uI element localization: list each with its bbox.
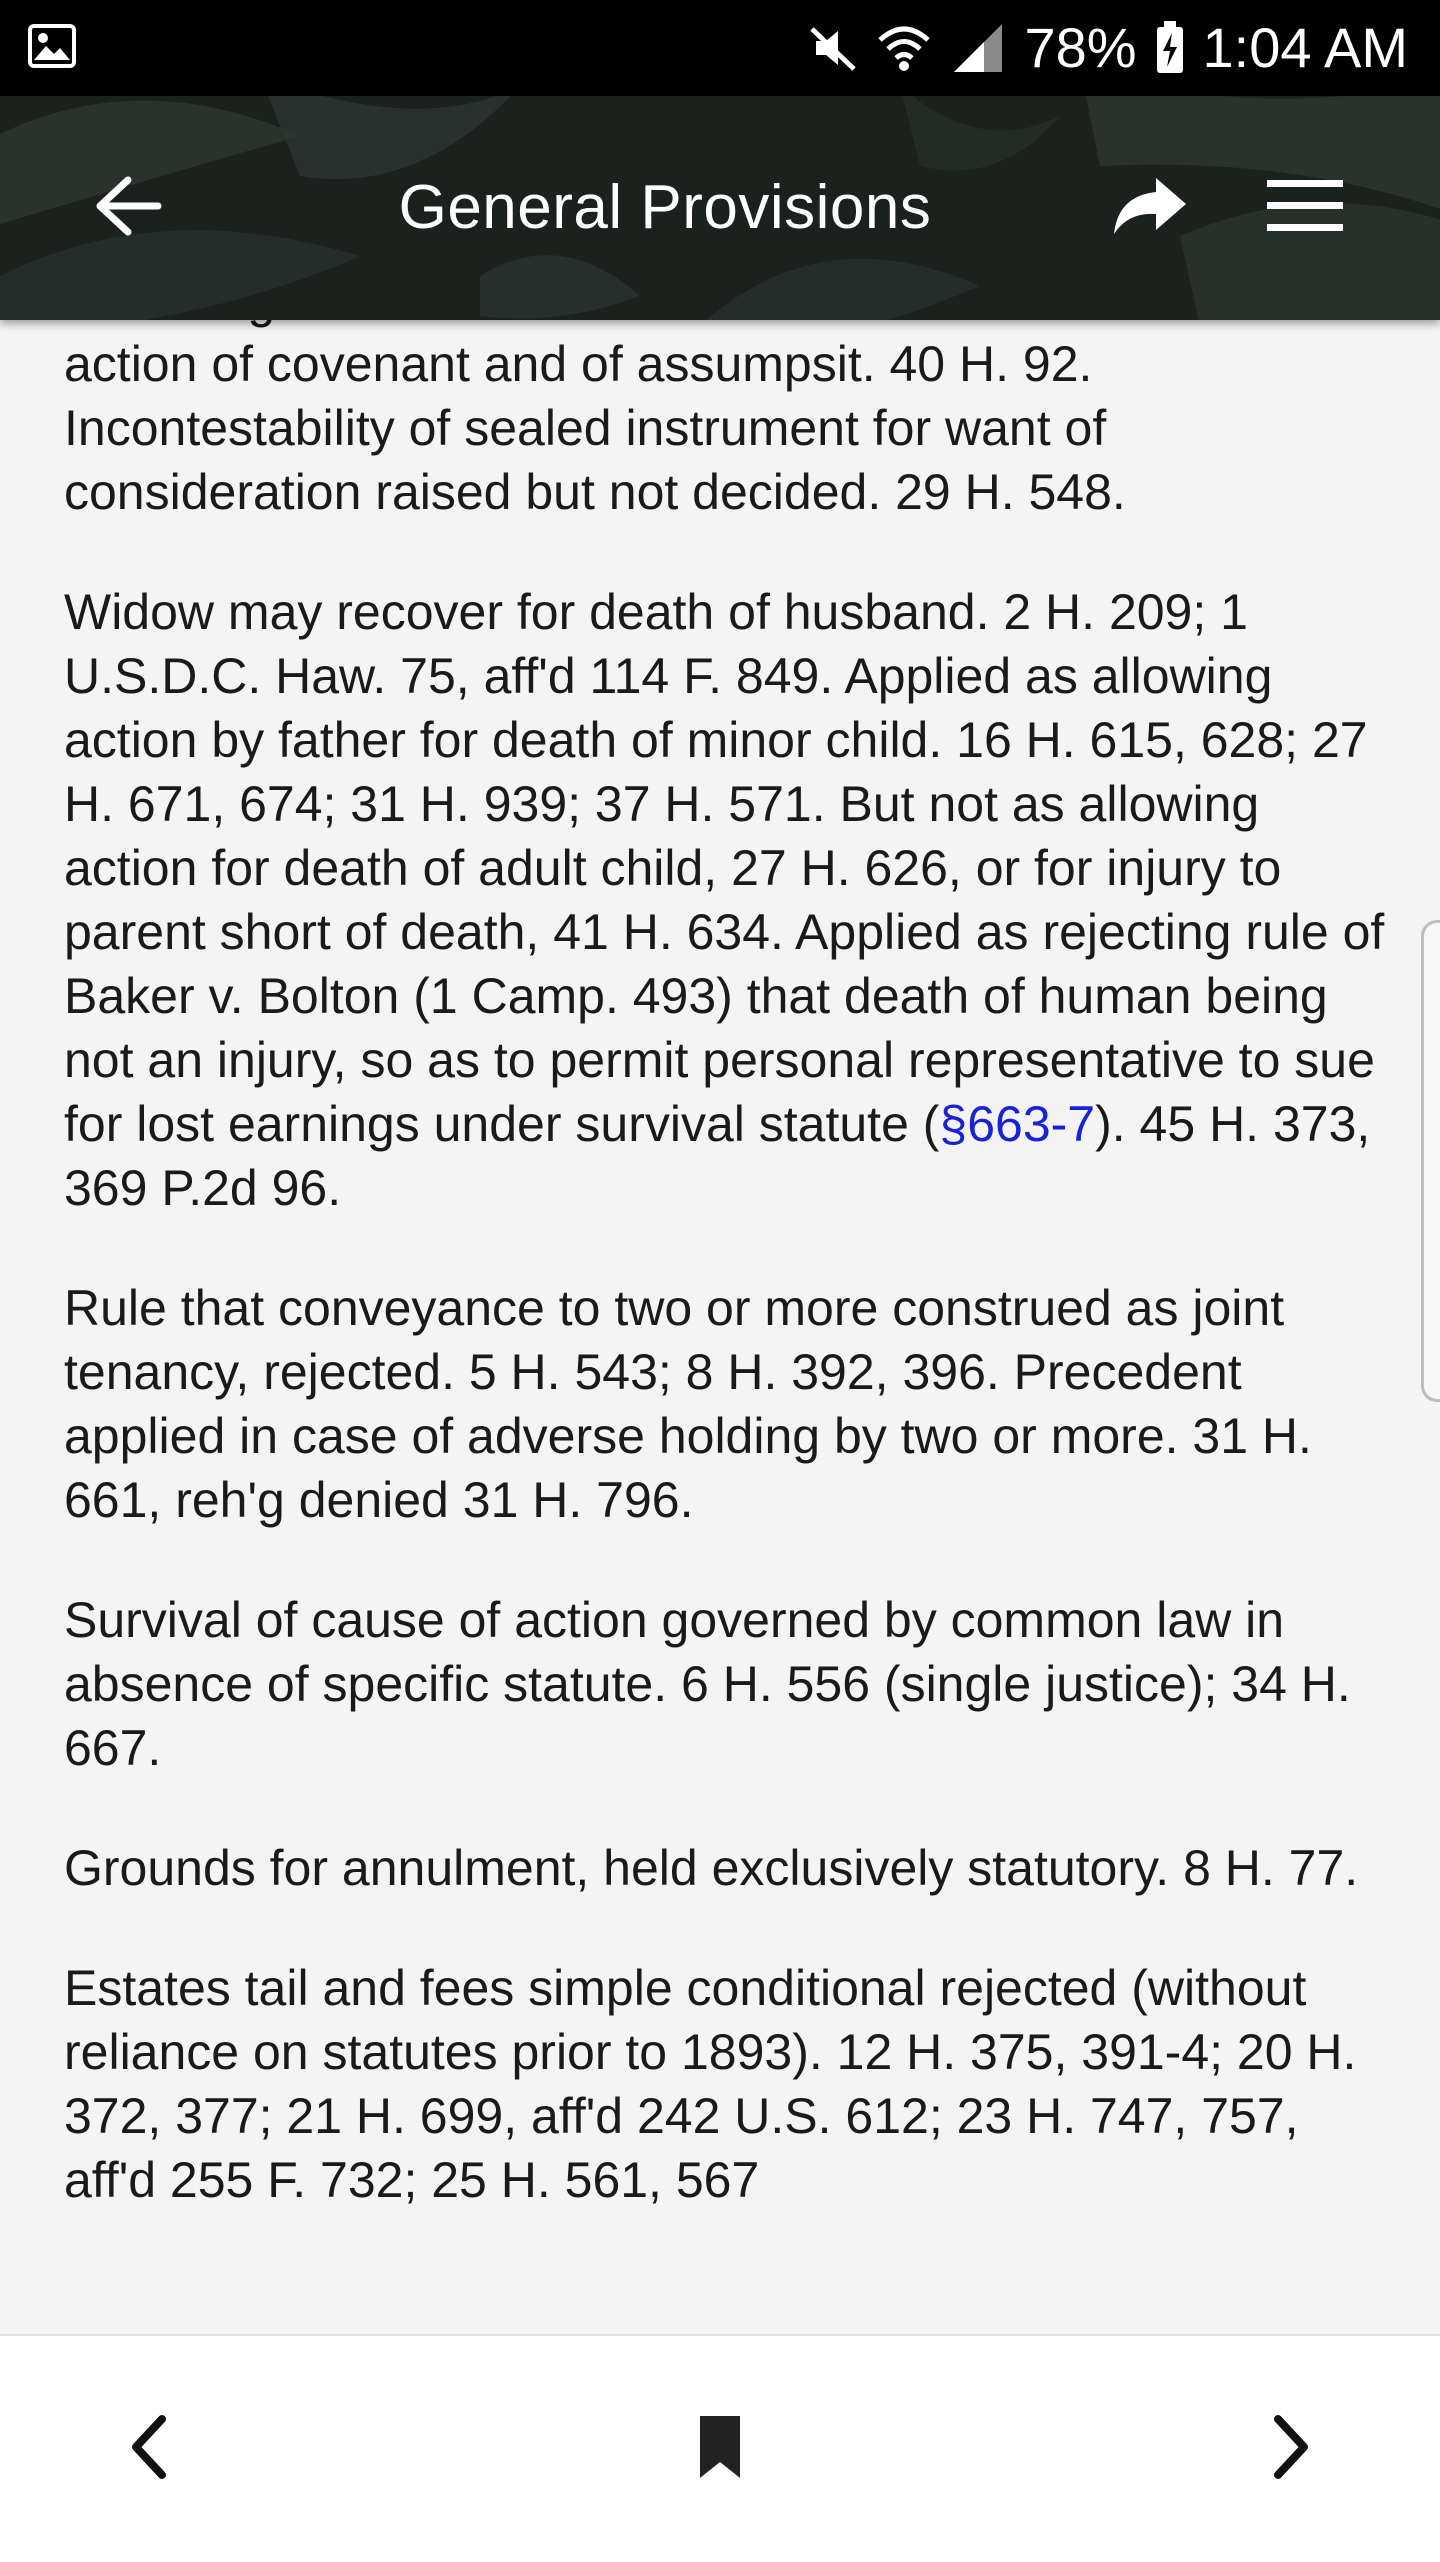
annotation-text: rendering of no force common law distinc… (64, 320, 1394, 2268)
chevron-right-icon (1268, 2411, 1316, 2488)
battery-charging-icon (1155, 21, 1185, 75)
image-icon (28, 22, 76, 70)
previous-button[interactable] (68, 2336, 228, 2562)
paragraph: Grounds for annulment, held exclusively … (64, 1840, 1359, 1896)
bookmark-icon (698, 2414, 742, 2485)
mute-icon (808, 23, 858, 73)
hamburger-menu-icon (1265, 178, 1345, 239)
wifi-icon (876, 22, 932, 74)
app-bar: General Provisions (0, 96, 1440, 320)
clock: 1:04 AM (1202, 16, 1408, 79)
content-area[interactable]: rendering of no force common law distinc… (0, 320, 1440, 2334)
status-bar: 78% 1:04 AM (0, 0, 1440, 96)
bookmark-button[interactable] (640, 2336, 800, 2562)
signal-icon (950, 22, 1006, 74)
paragraph: Widow may recover for death of husband. … (64, 580, 1394, 1220)
bottom-nav (0, 2334, 1440, 2562)
paragraph-text: Widow may recover for death of husband. … (64, 584, 1385, 1152)
paragraph: Survival of cause of action governed by … (64, 1592, 1351, 1776)
next-button[interactable] (1212, 2336, 1372, 2562)
paragraph: Rule that conveyance to two or more cons… (64, 1280, 1312, 1528)
chevron-left-icon (124, 2411, 172, 2488)
section-link[interactable]: §663-7 (939, 1096, 1095, 1152)
share-button[interactable] (1080, 96, 1220, 320)
paragraph: rendering of no force common law distinc… (64, 320, 1259, 520)
battery-percent: 78% (1024, 16, 1137, 79)
menu-button[interactable] (1240, 96, 1370, 320)
share-icon (1110, 174, 1190, 243)
scroll-handle[interactable] (1421, 920, 1440, 1402)
paragraph: Estates tail and fees simple conditional… (64, 1960, 1357, 2208)
